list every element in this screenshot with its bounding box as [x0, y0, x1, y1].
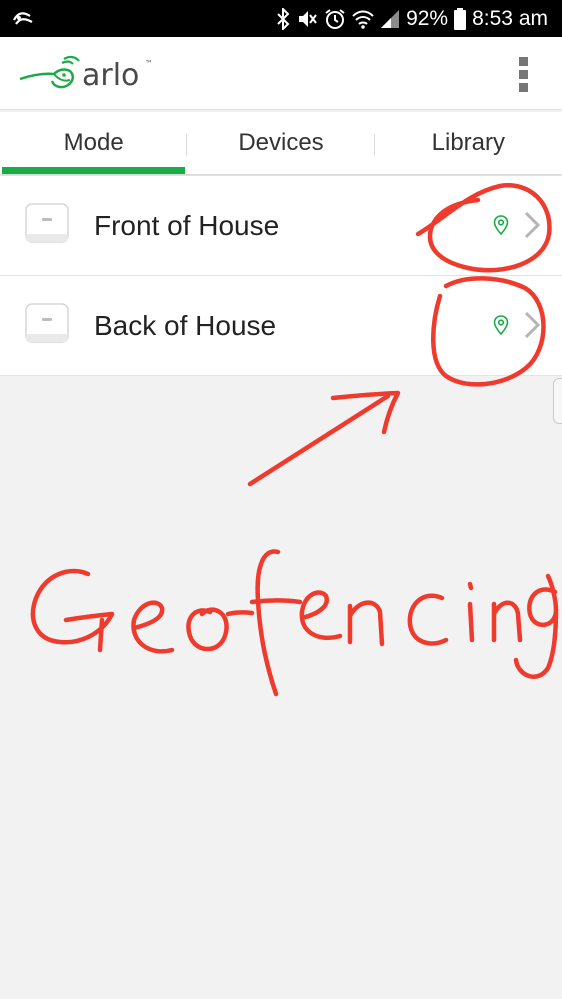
- status-bar: 92% 8:53 am: [0, 0, 562, 37]
- geofencing-pin-icon: [493, 215, 509, 235]
- alarm-icon: [325, 8, 345, 29]
- logo-trademark: ™: [145, 59, 153, 68]
- ears-notification-icon: [13, 12, 33, 25]
- chevron-right-icon[interactable]: [523, 311, 541, 339]
- geofencing-pin-icon: [493, 315, 509, 335]
- tab-bar: Mode Devices Library: [0, 112, 562, 174]
- base-station-icon: [25, 203, 69, 243]
- mute-icon: [299, 10, 317, 27]
- bluetooth-icon: [277, 7, 290, 30]
- tab-devices[interactable]: Devices: [187, 112, 375, 174]
- battery-icon: [454, 7, 467, 30]
- signal-icon: [381, 9, 400, 28]
- base-station-icon: [25, 303, 69, 343]
- clock: 8:53 am: [472, 6, 548, 30]
- arlo-logo: arlo ™: [19, 55, 153, 93]
- edge-panel-handle[interactable]: [553, 378, 562, 424]
- active-tab-indicator: [2, 167, 186, 174]
- list-item-back-of-house[interactable]: Back of House: [0, 276, 562, 376]
- overflow-menu-icon[interactable]: [514, 57, 534, 93]
- annotation-arrow: [247, 393, 391, 487]
- annotation-handwriting: [30, 568, 115, 653]
- logo-wordmark: arlo: [82, 58, 139, 93]
- device-name: Back of House: [94, 310, 277, 341]
- app-bar: arlo ™: [0, 37, 562, 110]
- chevron-right-icon[interactable]: [523, 211, 541, 239]
- tab-mode-label: Mode: [63, 129, 124, 156]
- tab-mode[interactable]: Mode: [0, 112, 188, 174]
- tab-devices-label: Devices: [238, 129, 324, 156]
- battery-percent: 92%: [406, 6, 449, 30]
- list-item-front-of-house[interactable]: Front of House: [0, 176, 562, 276]
- tab-library[interactable]: Library: [375, 112, 562, 174]
- device-list: Front of House Back of House: [0, 176, 562, 376]
- tab-library-label: Library: [431, 129, 505, 156]
- wifi-icon: [352, 10, 374, 29]
- device-name: Front of House: [94, 210, 280, 241]
- status-icons: 92% 8:53 am: [276, 0, 548, 37]
